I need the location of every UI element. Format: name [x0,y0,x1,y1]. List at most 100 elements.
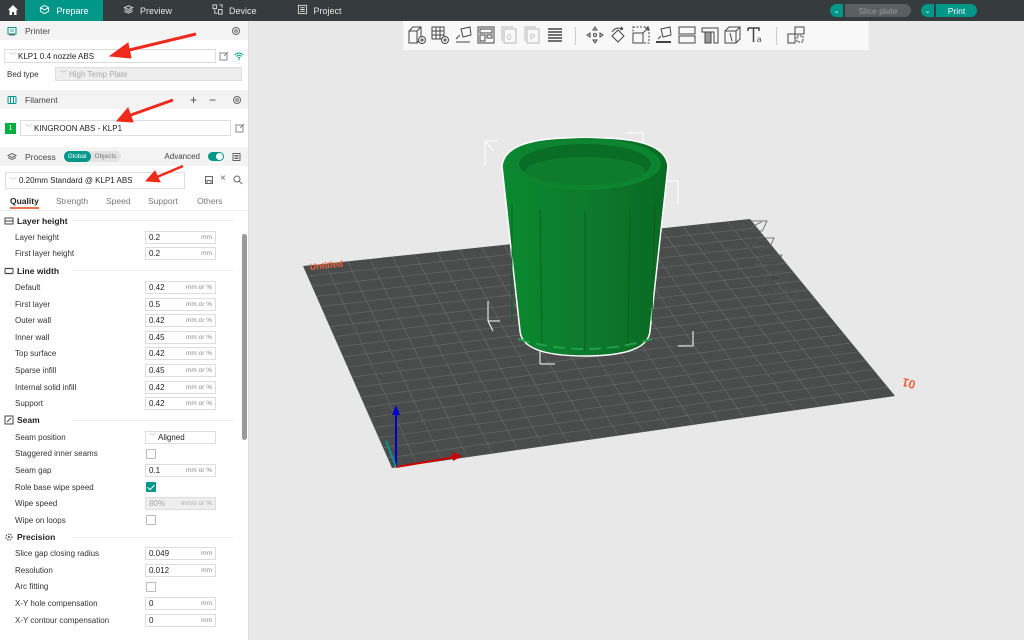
process-preset-select[interactable]: ﹀ 0.20mm Standard @ KLP1 ABS [5,172,185,189]
print-button[interactable]: Print [936,4,977,17]
field-value: 0.42 [149,399,165,409]
xy-hole-compensation-input[interactable]: 0 mm [145,597,216,611]
setting-wipe-speed: Wipe speed 80% mm/s or % [0,495,240,512]
staggered-inner-seams-checkbox[interactable] [146,448,156,459]
settings-scrollbar[interactable] [242,234,247,440]
outer-wall-input[interactable]: 0.42 mm or % [145,314,216,328]
wipe-on-loops-checkbox[interactable] [146,515,156,526]
subtab-speed[interactable]: Speed [106,196,131,206]
setting-staggered-inner-seams: Staggered inner seams [0,446,240,463]
setting-label: Inner wall [15,332,50,342]
printer-icon [7,26,17,36]
printer-settings-gear-icon[interactable] [231,26,241,36]
printer-select[interactable]: ﹀ KLP1 0.4 nozzle ABS [4,49,216,63]
subtab-others[interactable]: Others [197,196,223,206]
arc-fitting-checkbox[interactable] [146,581,156,592]
field-unit: mm/s or % [180,500,212,508]
setting-first-layer-height: First layer height 0.2 mm [0,246,240,263]
process-section-header: Process Global Objects Advanced [0,147,248,166]
setting-seam-gap: Seam gap 0.1 mm or % [0,462,240,479]
edit-filament-icon[interactable] [235,123,245,133]
search-icon[interactable] [233,175,243,185]
advanced-label: Advanced [164,152,200,161]
first-layer-line-width-input[interactable]: 0.5 mm or % [145,297,216,311]
internal-solid-infill-input[interactable]: 0.42 mm or % [145,380,216,394]
setting-label: Seam position [15,432,66,442]
filament-select-value: KINGROON ABS - KLP1 [34,123,123,133]
lock-plate-button[interactable] [762,271,791,283]
xy-contour-compensation-input[interactable]: 0 mm [145,613,216,627]
close-icon[interactable]: × [220,173,226,184]
home-button[interactable] [0,0,25,21]
project-icon [297,4,308,17]
chevron-down-icon: ﹀ [10,177,17,185]
setting-sparse-infill: Sparse infill 0.45 mm or % [0,362,240,379]
add-filament-button[interactable]: + [190,93,197,107]
setting-label: X-Y contour compensation [15,615,110,625]
setting-label: Outer wall [15,316,52,326]
tab-label: Preview [140,5,173,16]
field-value: 80% [149,499,166,509]
field-value: 0 [149,615,154,625]
print-dropdown-button[interactable]: ⌄ [921,4,934,17]
orient-plate-button[interactable] [746,237,775,249]
support-line-width-input[interactable]: 0.42 mm or % [145,397,216,411]
seam-gap-input[interactable]: 0.1 mm or % [145,463,216,477]
wipe-speed-input[interactable]: 80% mm/s or % [145,497,216,511]
group-seam: Seam [0,412,240,429]
compare-presets-icon[interactable] [232,152,242,162]
setting-xy-contour-compensation: X-Y contour compensation 0 mm [0,612,240,629]
inner-wall-input[interactable]: 0.45 mm or % [145,330,216,344]
first-layer-height-input[interactable]: 0.2 mm [145,247,216,261]
printer-section-title: Printer [25,25,51,36]
delete-plate-button[interactable] [739,220,768,232]
subtab-support[interactable]: Support [148,196,178,206]
wifi-icon[interactable] [234,51,244,61]
field-value: 0 [149,599,154,609]
group-title: Seam [17,415,40,426]
tab-project[interactable]: Project [277,0,362,21]
layer-height-input[interactable]: 0.2 mm [145,230,216,244]
filament-select[interactable]: ﹀ KINGROON ABS - KLP1 [20,120,231,136]
3d-viewport[interactable]: 0 P a Untitled 01 [250,21,1024,640]
subtab-strength[interactable]: Strength [56,196,88,206]
field-value: 0.1 [149,465,161,475]
slice-gap-closing-radius-input[interactable]: 0.049 mm [145,547,216,561]
chevron-down-icon: ﹀ [9,53,16,60]
filament-settings-gear-icon[interactable] [232,95,242,105]
seam-position-select[interactable]: ﹀ Aligned [145,430,216,444]
sidebar: Printer ﹀ KLP1 0.4 nozzle ABS Bed type ﹀… [0,21,249,640]
top-surface-input[interactable]: 0.42 mm or % [145,347,216,361]
process-section-title: Process [25,151,56,162]
remove-filament-button[interactable]: − [209,93,216,107]
slice-plate-button[interactable]: Slice plate [845,4,911,17]
home-icon [7,4,19,18]
scope-objects-option[interactable]: Objects [91,151,121,162]
setting-resolution: Resolution 0.012 mm [0,562,240,579]
bed-type-select[interactable]: ﹀ High Temp Plate [55,67,242,81]
edit-printer-icon[interactable] [219,51,229,61]
plate-settings-button[interactable] [770,288,799,300]
save-preset-icon[interactable] [204,175,214,185]
subtab-quality[interactable]: Quality [10,196,39,209]
tab-label: Device [229,5,257,16]
scope-global-option[interactable]: Global [63,151,91,162]
plate-tools [739,220,799,300]
setting-slice-gap-closing-radius: Slice gap closing radius 0.049 mm [0,546,240,563]
role-base-wipe-speed-checkbox[interactable] [146,482,156,493]
setting-label: Sparse infill [15,365,57,375]
default-line-width-input[interactable]: 0.42 mm or % [145,280,216,294]
tab-device[interactable]: Device [192,0,277,21]
field-value: Aligned [158,432,185,442]
slice-dropdown-button[interactable]: ⌄ [830,4,843,17]
model-cup[interactable] [501,137,669,357]
tab-prepare[interactable]: Prepare [25,0,103,21]
setting-default-line-width: Default 0.42 mm or % [0,279,240,296]
arrange-plate-button[interactable] [754,254,783,266]
setting-label: Resolution [15,565,53,575]
filament-slot-number[interactable]: 1 [5,123,16,134]
sparse-infill-input[interactable]: 0.45 mm or % [145,363,216,377]
resolution-input[interactable]: 0.012 mm [145,563,216,577]
advanced-toggle[interactable] [208,152,224,161]
tab-preview[interactable]: Preview [103,0,192,21]
